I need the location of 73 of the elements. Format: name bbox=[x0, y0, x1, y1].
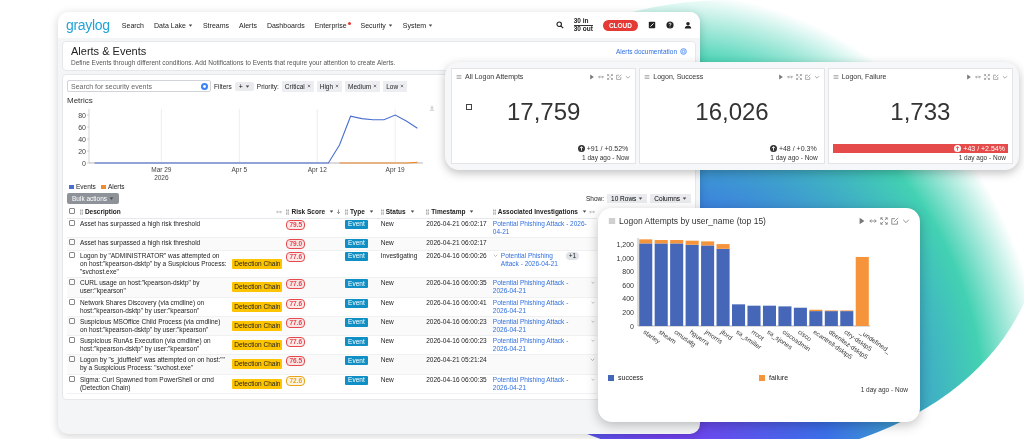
widget-title: Logon Attempts by user_name (top 15) bbox=[619, 216, 766, 226]
caret-icon bbox=[187, 22, 193, 28]
resize-handle-icon[interactable] bbox=[589, 209, 595, 214]
download-icon[interactable] bbox=[429, 105, 435, 111]
row-checkbox[interactable] bbox=[69, 356, 75, 363]
bar bbox=[732, 304, 746, 326]
help-icon[interactable] bbox=[666, 21, 674, 29]
user-icon[interactable] bbox=[684, 21, 692, 29]
double-arrow-icon[interactable] bbox=[786, 73, 793, 80]
play-icon[interactable] bbox=[589, 73, 596, 80]
bar bbox=[762, 305, 776, 326]
row-checkbox[interactable] bbox=[69, 337, 75, 343]
sort-arrow-icon[interactable] bbox=[336, 209, 342, 214]
resize-handle-icon[interactable] bbox=[276, 209, 283, 214]
expand-icon[interactable] bbox=[607, 73, 614, 80]
chevron-icon[interactable] bbox=[1002, 73, 1008, 80]
row-checkbox[interactable] bbox=[69, 238, 75, 245]
caret-icon bbox=[409, 209, 415, 214]
expand-icon[interactable] bbox=[880, 217, 888, 225]
double-arrow-icon[interactable] bbox=[869, 217, 877, 225]
drag-handle-icon[interactable] bbox=[492, 208, 496, 215]
row-checkbox[interactable] bbox=[69, 251, 75, 258]
caret-icon bbox=[387, 22, 393, 28]
section-title: Metrics bbox=[67, 96, 94, 105]
bar bbox=[778, 306, 792, 326]
chevron-icon[interactable] bbox=[813, 73, 820, 80]
caret-icon bbox=[469, 209, 475, 214]
drag-handle-icon[interactable] bbox=[380, 208, 384, 215]
caret-icon bbox=[638, 196, 644, 201]
expand-icon[interactable] bbox=[795, 73, 802, 80]
chevron-icon[interactable] bbox=[590, 318, 595, 324]
chevron-icon[interactable] bbox=[590, 376, 595, 382]
caret-icon bbox=[329, 209, 335, 214]
caret-icon bbox=[428, 22, 434, 28]
stat-value: 17,759 bbox=[506, 98, 581, 126]
double-arrow-icon[interactable] bbox=[975, 73, 981, 80]
stat-value: 1,733 bbox=[890, 98, 951, 126]
stat-value: 16,026 bbox=[695, 98, 769, 126]
chevron-icon[interactable] bbox=[590, 299, 595, 305]
row-checkbox[interactable] bbox=[69, 317, 75, 324]
page-title: Alerts & Events bbox=[71, 45, 148, 57]
caret-icon bbox=[368, 209, 374, 214]
row-checkbox[interactable] bbox=[69, 219, 75, 226]
chevron-icon[interactable] bbox=[625, 73, 632, 80]
caret-icon bbox=[109, 196, 115, 201]
row-checkbox[interactable] bbox=[69, 279, 75, 286]
lifebuoy-icon[interactable] bbox=[680, 47, 687, 55]
bar bbox=[747, 305, 761, 326]
row-checkbox[interactable] bbox=[69, 375, 75, 382]
chevron-icon[interactable] bbox=[590, 338, 595, 343]
caret-icon bbox=[682, 196, 687, 201]
chevron-icon[interactable] bbox=[492, 252, 498, 258]
drag-handle-icon[interactable] bbox=[286, 208, 290, 215]
double-arrow-icon[interactable] bbox=[598, 73, 605, 80]
bar bbox=[793, 307, 807, 326]
checkbox[interactable] bbox=[69, 208, 75, 215]
drag-handle-icon[interactable] bbox=[345, 208, 349, 215]
drag-handle-icon[interactable] bbox=[426, 208, 430, 215]
expand-icon[interactable] bbox=[984, 73, 990, 80]
arrow-up-icon bbox=[577, 145, 585, 152]
arrow-up-icon bbox=[769, 145, 777, 152]
search-icon[interactable] bbox=[555, 21, 564, 29]
chevron-icon[interactable] bbox=[590, 280, 595, 286]
notification-dot bbox=[347, 21, 351, 25]
row-checkbox[interactable] bbox=[69, 298, 75, 305]
drag-handle-icon[interactable] bbox=[79, 208, 83, 215]
caret-icon bbox=[244, 83, 250, 89]
chevron-icon[interactable] bbox=[590, 357, 595, 363]
caret-icon bbox=[582, 209, 587, 214]
play-icon[interactable] bbox=[966, 73, 972, 80]
play-icon[interactable] bbox=[777, 73, 784, 80]
chevron-icon[interactable] bbox=[902, 217, 910, 225]
play-icon[interactable] bbox=[858, 217, 866, 225]
